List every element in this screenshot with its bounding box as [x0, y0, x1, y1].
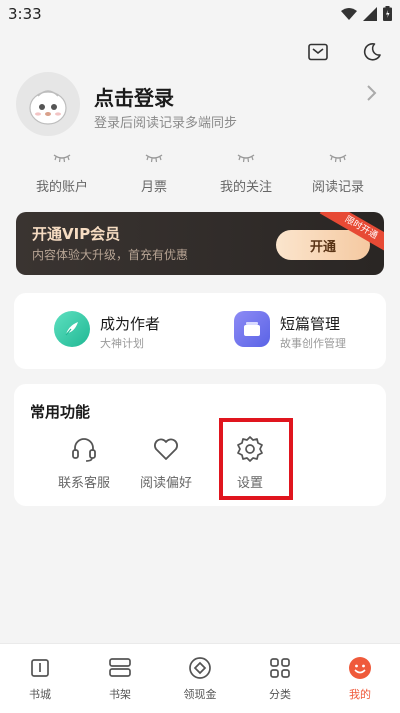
top-actions: [306, 40, 384, 64]
section-title: 常用功能: [30, 403, 91, 421]
stat-label: 我的账户: [35, 180, 88, 195]
reading-preference-item[interactable]: 阅读偏好: [126, 434, 206, 491]
bottom-tab-bar: 书城 书架 领现金 分类 我的: [0, 643, 400, 713]
stat-reading-history[interactable]: 阅读记录: [296, 152, 380, 195]
closed-eye-icon: [112, 152, 196, 170]
login-profile[interactable]: 点击登录 登录后阅读记录多端同步: [16, 72, 384, 138]
tab-bookstore[interactable]: 书城: [10, 654, 70, 702]
function-label: 联系客服: [57, 476, 110, 491]
become-author-item[interactable]: 成为作者 大神计划: [54, 311, 204, 351]
feature-subtitle: 故事创作管理: [280, 337, 346, 350]
closed-eye-icon: [204, 152, 288, 170]
stat-monthly-ticket[interactable]: 月票: [112, 152, 196, 195]
grid-icon: [250, 654, 310, 682]
function-label: 阅读偏好: [139, 476, 192, 491]
tab-categories[interactable]: 分类: [250, 654, 310, 702]
message-icon[interactable]: [306, 40, 330, 64]
stat-label: 月票: [140, 180, 167, 195]
tab-label: 书城: [29, 688, 51, 701]
creator-card: 成为作者 大神计划 短篇管理 故事创作管理: [14, 293, 386, 369]
book-icon: [10, 654, 70, 682]
status-icons: [341, 6, 392, 21]
signal-icon: [363, 6, 377, 21]
tab-label: 领现金: [183, 688, 217, 701]
customer-service-item[interactable]: 联系客服: [44, 434, 124, 491]
account-stats: 我的账户 月票 我的关注 阅读记录: [0, 152, 400, 200]
login-title[interactable]: 点击登录: [94, 82, 174, 111]
feature-subtitle: 大神计划: [100, 337, 144, 350]
feature-title: 短篇管理: [280, 315, 341, 333]
feature-title: 成为作者: [100, 315, 161, 333]
quill-icon: [54, 311, 90, 347]
vip-title: 开通VIP会员: [32, 225, 121, 243]
headset-icon: [44, 434, 124, 464]
night-mode-icon[interactable]: [360, 40, 384, 64]
bookshelf-icon: [90, 654, 150, 682]
login-subtitle: 登录后阅读记录多端同步: [94, 116, 238, 131]
status-time: 3:33: [8, 5, 42, 23]
avatar[interactable]: [16, 72, 80, 136]
tab-label: 分类: [269, 688, 291, 701]
closed-eye-icon: [20, 152, 104, 170]
settings-highlight-box: [219, 418, 293, 500]
tab-bookshelf[interactable]: 书架: [90, 654, 150, 702]
short-story-management-item[interactable]: 短篇管理 故事创作管理: [234, 311, 374, 351]
battery-icon: [383, 6, 392, 21]
vip-subtitle: 内容体验大升级，首充有优惠: [32, 248, 189, 262]
closed-eye-icon: [296, 152, 380, 170]
coin-icon: [170, 654, 230, 682]
tab-earn-cash[interactable]: 领现金: [170, 654, 230, 702]
document-stack-icon: [234, 311, 270, 347]
tab-mine[interactable]: 我的: [330, 654, 390, 702]
status-bar: 3:33: [0, 0, 400, 30]
stat-my-follows[interactable]: 我的关注: [204, 152, 288, 195]
wifi-icon: [341, 7, 357, 20]
smile-icon: [330, 654, 390, 682]
chevron-right-icon[interactable]: [366, 84, 378, 102]
stat-my-account[interactable]: 我的账户: [20, 152, 104, 195]
stat-label: 我的关注: [219, 180, 272, 195]
stat-label: 阅读记录: [311, 180, 364, 195]
common-functions-card: 常用功能 联系客服 阅读偏好 设置: [14, 384, 386, 506]
vip-banner[interactable]: 开通VIP会员 内容体验大升级，首充有优惠 开通 限时开通: [16, 212, 384, 275]
heart-icon: [126, 434, 206, 464]
tab-label: 我的: [349, 688, 371, 701]
tab-label: 书架: [109, 688, 131, 701]
